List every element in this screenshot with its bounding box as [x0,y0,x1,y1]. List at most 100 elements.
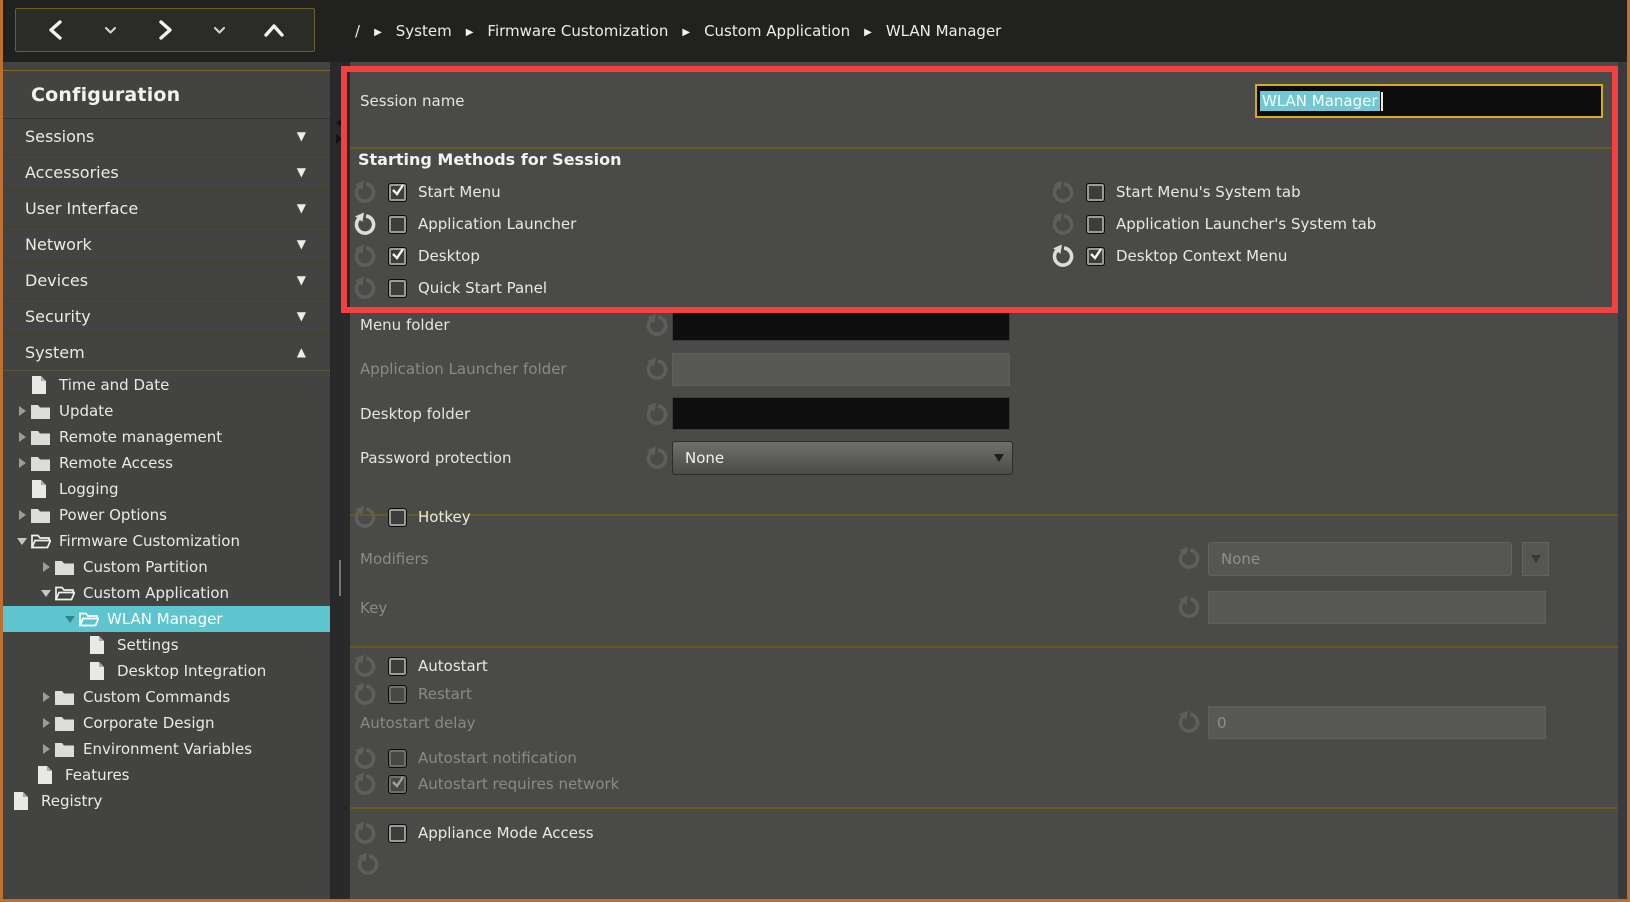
breadcrumb-root[interactable]: / [355,22,360,40]
session-name-input[interactable]: WLAN Manager [1255,84,1603,118]
collapse-left-icon[interactable] [336,118,343,128]
tree-item-registry[interactable]: Registry [3,788,340,814]
sidebar-section-sessions[interactable]: Sessions▼ [3,118,330,155]
application-launcher-system-tab-checkbox[interactable] [1086,215,1105,234]
reset-icon[interactable] [1050,180,1075,205]
desktop-folder-input[interactable] [672,397,1010,430]
password-protection-select[interactable]: None [672,441,1013,475]
expand-arrow-icon[interactable] [43,562,50,572]
reset-icon [1176,595,1201,620]
chevron-up-icon: ▲ [297,345,306,359]
tree-item-features[interactable]: Features [3,762,364,788]
modifiers-select: None [1208,542,1512,576]
reset-icon[interactable] [352,821,377,846]
folder-icon [55,560,77,575]
reset-icon[interactable] [644,313,669,338]
sidebar-section-system[interactable]: System▲ [3,334,330,371]
tree-item-remote-management[interactable]: Remote management [3,424,340,450]
reset-icon [355,852,380,877]
application-launcher-row: Application Launcher [352,208,576,240]
collapse-arrow-icon[interactable] [65,616,75,623]
breadcrumb-item-firmware-customization[interactable]: Firmware Customization [487,22,668,40]
reset-icon[interactable] [1050,244,1075,269]
tree-item-update[interactable]: Update [3,398,340,424]
expand-arrow-icon[interactable] [19,510,26,520]
tree-item-logging[interactable]: Logging [3,476,340,502]
up-button[interactable] [259,13,289,47]
expand-arrow-icon[interactable] [43,718,50,728]
reset-icon [352,772,377,797]
chevron-down-icon: ▼ [297,309,306,323]
tree-item-custom-application[interactable]: Custom Application [3,580,364,606]
quick-start-panel-checkbox[interactable] [388,279,407,298]
panel-splitter[interactable] [330,62,350,902]
tree-item-time-and-date[interactable]: Time and Date [3,372,340,398]
application-launcher-system-tab-row: Application Launcher's System tab [1050,208,1376,240]
sidebar-section-accessories[interactable]: Accessories▼ [3,154,330,191]
expand-arrow-icon[interactable] [43,692,50,702]
hotkey-checkbox[interactable] [388,508,407,527]
tree-item-custom-commands[interactable]: Custom Commands [3,684,364,710]
chevron-down-icon: ▼ [297,201,306,215]
tree-item-custom-partition[interactable]: Custom Partition [3,554,364,580]
start-menu-system-tab-checkbox[interactable] [1086,183,1105,202]
reset-icon[interactable] [352,505,377,530]
reset-icon[interactable] [352,276,377,301]
key-label: Key [360,599,387,617]
autostart-checkbox[interactable] [388,657,407,676]
desktop-folder-label: Desktop folder [360,405,470,423]
expand-arrow-icon[interactable] [19,432,26,442]
chevron-down-icon [985,442,1012,474]
collapse-right-icon[interactable] [336,134,343,144]
forward-button[interactable] [150,13,180,47]
tree-item-corporate-design[interactable]: Corporate Design [3,710,364,736]
section-divider [350,514,1618,516]
nav-button-group [15,8,315,52]
appliance-mode-access-checkbox[interactable] [388,824,407,843]
sidebar-section-user-interface[interactable]: User Interface▼ [3,190,330,227]
scrollbar-track[interactable] [1618,62,1627,902]
back-history-dropdown-icon[interactable] [102,13,120,47]
reset-icon[interactable] [644,402,669,427]
folder-open-icon [31,534,53,549]
expand-arrow-icon[interactable] [19,406,26,416]
starting-methods-title: Starting Methods for Session [358,150,621,169]
desktop-context-menu-checkbox[interactable] [1086,247,1105,266]
chevron-down-icon [1531,555,1541,563]
tree-item-environment-variables[interactable]: Environment Variables [3,736,364,762]
reset-icon[interactable] [352,212,377,237]
sidebar-section-devices[interactable]: Devices▼ [3,262,330,299]
folder-icon [55,742,77,757]
start-menu-system-tab-row: Start Menu's System tab [1050,176,1301,208]
sidebar-section-network[interactable]: Network▼ [3,226,330,263]
tree-item-firmware-customization[interactable]: Firmware Customization [3,528,340,554]
expand-arrow-icon[interactable] [19,458,26,468]
back-button[interactable] [41,13,71,47]
desktop-checkbox[interactable] [388,247,407,266]
file-icon [13,792,35,811]
breadcrumb-item-system[interactable]: System [396,22,452,40]
file-icon [89,662,111,681]
folder-icon [31,430,53,445]
breadcrumb-item-wlan-manager[interactable]: WLAN Manager [886,22,1002,40]
expand-arrow-icon[interactable] [43,744,50,754]
forward-history-dropdown-icon[interactable] [210,13,228,47]
collapse-arrow-icon[interactable] [17,538,27,545]
tree-item-power-options[interactable]: Power Options [3,502,340,528]
breadcrumb-item-custom-application[interactable]: Custom Application [704,22,850,40]
start-menu-checkbox[interactable] [388,183,407,202]
splitter-handle[interactable] [339,560,341,596]
file-icon [31,376,53,395]
autostart-delay-input: 0 [1208,706,1546,739]
section-divider [350,646,1618,648]
reset-icon[interactable] [352,244,377,269]
menu-folder-input[interactable] [672,308,1010,341]
reset-icon[interactable] [352,180,377,205]
tree-item-remote-access[interactable]: Remote Access [3,450,340,476]
reset-icon[interactable] [1050,212,1075,237]
collapse-arrow-icon[interactable] [41,590,51,597]
sidebar-section-security[interactable]: Security▼ [3,298,330,335]
reset-icon[interactable] [644,446,669,471]
reset-icon[interactable] [352,654,377,679]
application-launcher-checkbox[interactable] [388,215,407,234]
